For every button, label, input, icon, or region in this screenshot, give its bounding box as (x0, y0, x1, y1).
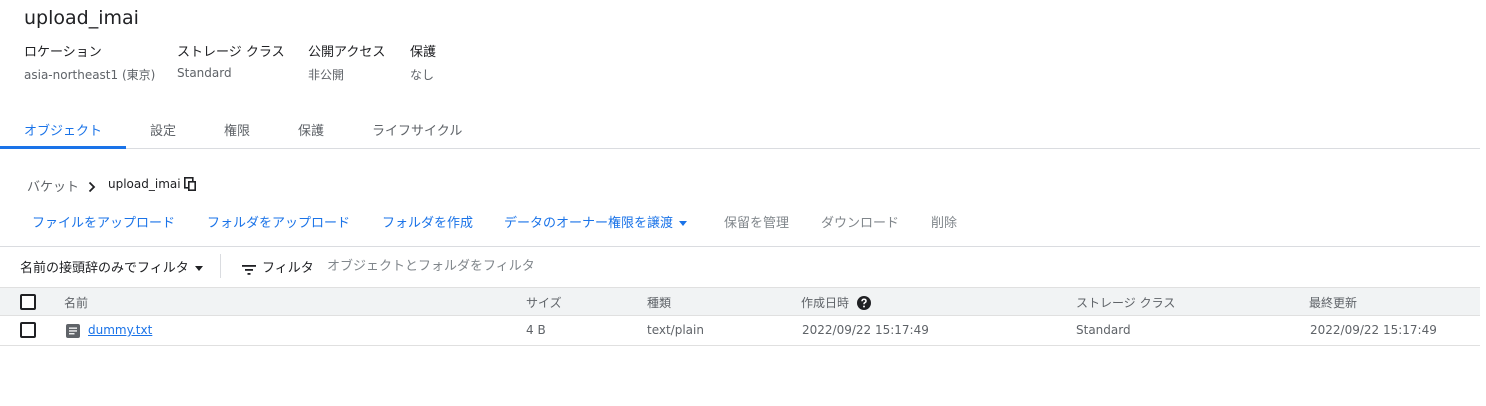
location-label: ロケーション (24, 45, 102, 60)
column-header-name[interactable]: 名前 (64, 294, 88, 311)
column-header-size[interactable]: サイズ (526, 294, 562, 311)
tab-settings[interactable]: 設定 (150, 120, 176, 139)
tab-objects[interactable]: オブジェクト (24, 120, 102, 139)
column-header-type[interactable]: 種類 (647, 294, 671, 311)
row-checkbox[interactable] (20, 322, 36, 338)
column-header-updated[interactable]: 最終更新 (1309, 294, 1357, 311)
file-storage-class: Standard (1076, 323, 1131, 337)
filter-mode-label: 名前の接頭辞のみでフィルタ (20, 261, 189, 276)
storage-class-label: ストレージ クラス (177, 45, 285, 60)
tab-lifecycle[interactable]: ライフサイクル (372, 120, 462, 139)
tab-permissions[interactable]: 権限 (224, 120, 250, 139)
chevron-right-icon (88, 178, 96, 197)
file-name-link[interactable]: dummy.txt (88, 323, 152, 337)
active-tab-indicator (0, 146, 126, 149)
download-button[interactable]: ダウンロード (821, 212, 899, 231)
protection-value: なし (410, 68, 435, 82)
file-size: 4 B (526, 323, 546, 337)
filter-separator (220, 254, 221, 278)
file-type: text/plain (647, 323, 704, 337)
filter-label: フィルタ (262, 261, 314, 276)
filter-input[interactable] (327, 255, 927, 277)
caret-down-icon (194, 266, 203, 271)
tab-bar: オブジェクト 設定 権限 保護 ライフサイクル (0, 110, 1480, 149)
bucket-title: upload_imai (24, 7, 139, 29)
filter-icon (242, 260, 256, 279)
breadcrumb-buckets-link[interactable]: バケット (27, 176, 79, 195)
transfer-ownership-label: データのオーナー権限を譲渡 (504, 216, 674, 231)
file-created: 2022/09/22 15:17:49 (802, 323, 929, 337)
tab-protection[interactable]: 保護 (298, 120, 324, 139)
public-access-label: 公開アクセス (308, 45, 386, 60)
table-header: 名前 サイズ 種類 作成日時 ストレージ クラス 最終更新 (0, 287, 1480, 316)
help-icon[interactable] (857, 295, 871, 314)
filter-mode-dropdown[interactable]: 名前の接頭辞のみでフィルタ (20, 257, 203, 276)
breadcrumb-current: upload_imai (108, 177, 181, 191)
manage-holds-button[interactable]: 保留を管理 (724, 212, 789, 231)
location-value: asia-northeast1 (東京) (24, 68, 156, 82)
file-updated: 2022/09/22 15:17:49 (1310, 323, 1437, 337)
transfer-ownership-button[interactable]: データのオーナー権限を譲渡 (504, 212, 688, 231)
text-file-icon (66, 323, 80, 342)
storage-class-value: Standard (177, 66, 232, 80)
delete-button[interactable]: 削除 (931, 212, 957, 231)
caret-down-icon (679, 221, 688, 226)
toolbar-divider (0, 246, 1480, 247)
column-header-storage-class[interactable]: ストレージ クラス (1076, 294, 1175, 311)
create-folder-button[interactable]: フォルダを作成 (382, 212, 473, 231)
select-all-checkbox[interactable] (20, 294, 36, 310)
column-header-created[interactable]: 作成日時 (801, 294, 849, 311)
table-row: dummy.txt 4 B text/plain 2022/09/22 15:1… (0, 316, 1480, 346)
upload-files-button[interactable]: ファイルをアップロード (32, 212, 175, 231)
protection-label: 保護 (410, 45, 437, 60)
upload-folder-button[interactable]: フォルダをアップロード (207, 212, 350, 231)
public-access-value: 非公開 (308, 68, 345, 82)
copy-icon[interactable] (184, 177, 197, 196)
